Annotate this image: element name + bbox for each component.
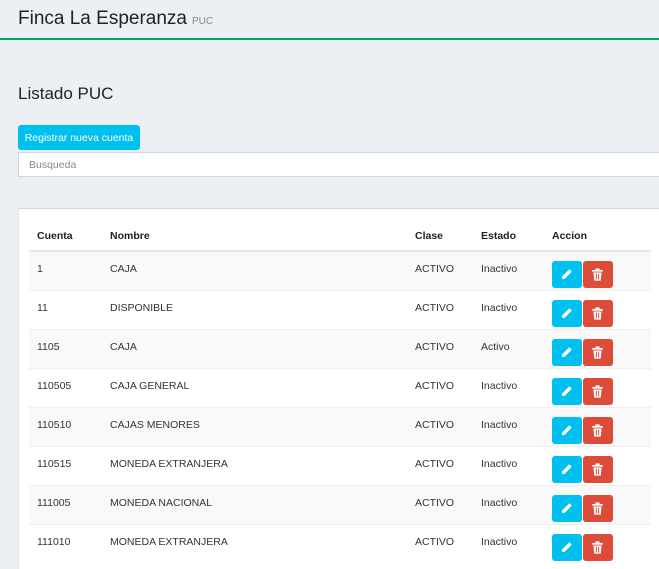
cell-cuenta: 11 xyxy=(29,289,102,329)
cell-estado: Inactivo xyxy=(473,523,544,563)
cell-estado: Inactivo xyxy=(473,367,544,407)
app-title-text: Finca La Esperanza xyxy=(18,8,187,29)
delete-button[interactable] xyxy=(583,338,613,366)
cell-estado: Inactivo xyxy=(473,445,544,485)
cell-accion xyxy=(544,250,651,290)
column-header-accion: Accion xyxy=(544,221,651,252)
column-header-clase: Clase xyxy=(407,221,473,252)
cell-cuenta: 1105 xyxy=(29,328,102,368)
cell-nombre: CAJAS MENORES xyxy=(102,406,407,446)
cell-accion xyxy=(544,484,651,524)
cell-cuenta: 111010 xyxy=(29,523,102,563)
cell-cuenta: 110505 xyxy=(29,367,102,407)
column-header-nombre: Nombre xyxy=(102,221,407,252)
edit-button[interactable] xyxy=(552,494,582,522)
column-header-estado: Estado xyxy=(473,221,544,252)
cell-accion xyxy=(544,523,651,563)
cell-estado: Inactivo xyxy=(473,484,544,524)
cell-cuenta: 1 xyxy=(29,250,102,290)
cell-estado: Inactivo xyxy=(473,289,544,329)
cell-cuenta: 110510 xyxy=(29,406,102,446)
cell-nombre: MONEDA EXTRANJERA xyxy=(102,523,407,563)
cell-clase: ACTIVO xyxy=(407,328,473,368)
edit-button[interactable] xyxy=(552,416,582,444)
table-row: 110510 CAJAS MENORES ACTIVO Inactivo xyxy=(29,406,651,446)
cell-estado: Inactivo xyxy=(473,250,544,290)
cell-nombre: MONEDA EXTRANJERA xyxy=(102,445,407,485)
cell-accion xyxy=(544,328,651,368)
cell-accion xyxy=(544,406,651,446)
cell-nombre: CAJA GENERAL xyxy=(102,367,407,407)
table-row: 1 CAJA ACTIVO Inactivo xyxy=(29,250,651,290)
page-title: Listado PUC xyxy=(18,84,114,103)
cell-estado: Inactivo xyxy=(473,406,544,446)
app-header: Finca La Esperanza PUC xyxy=(0,0,659,40)
table-row: 111005 MONEDA NACIONAL ACTIVO Inactivo xyxy=(29,484,651,524)
cell-nombre: DISPONIBLE xyxy=(102,289,407,329)
cell-accion xyxy=(544,445,651,485)
edit-button[interactable] xyxy=(552,533,582,561)
cell-nombre: CAJA xyxy=(102,250,407,290)
table-row: 111010 MONEDA EXTRANJERA ACTIVO Inactivo xyxy=(29,523,651,563)
table-row: 110515 MONEDA EXTRANJERA ACTIVO Inactivo xyxy=(29,445,651,485)
cell-clase: ACTIVO xyxy=(407,250,473,290)
table-header-row: Cuenta Nombre Clase Estado Accion xyxy=(29,221,651,252)
cell-cuenta: 110515 xyxy=(29,445,102,485)
column-header-cuenta: Cuenta xyxy=(29,221,102,252)
delete-button[interactable] xyxy=(583,299,613,327)
delete-button[interactable] xyxy=(583,261,613,288)
app-subtitle: PUC xyxy=(192,16,214,27)
cell-nombre: CAJA xyxy=(102,328,407,368)
cell-nombre: MONEDA NACIONAL xyxy=(102,484,407,524)
cell-estado: Activo xyxy=(473,328,544,368)
edit-button[interactable] xyxy=(552,377,582,405)
table-body: 1 CAJA ACTIVO Inactivo 11 DISPONIBLE ACTIVO Ina… xyxy=(29,250,651,563)
edit-button[interactable] xyxy=(552,338,582,366)
accounts-panel: Cuenta Nombre Clase Estado Accion 1 CAJA A… xyxy=(18,208,659,569)
cell-clase: ACTIVO xyxy=(407,406,473,446)
cell-clase: ACTIVO xyxy=(407,523,473,563)
delete-button[interactable] xyxy=(583,455,613,483)
delete-button[interactable] xyxy=(583,494,613,522)
table-row: 110505 CAJA GENERAL ACTIVO Inactivo xyxy=(29,367,651,407)
search-input[interactable] xyxy=(18,152,659,177)
table-row: 11 DISPONIBLE ACTIVO Inactivo xyxy=(29,289,651,329)
register-account-button[interactable]: Registrar nueva cuenta xyxy=(18,125,140,150)
delete-button[interactable] xyxy=(583,377,613,405)
table-row: 1105 CAJA ACTIVO Activo xyxy=(29,328,651,368)
delete-button[interactable] xyxy=(583,533,613,561)
cell-cuenta: 111005 xyxy=(29,484,102,524)
cell-clase: ACTIVO xyxy=(407,289,473,329)
cell-accion xyxy=(544,367,651,407)
cell-clase: ACTIVO xyxy=(407,484,473,524)
cell-accion xyxy=(544,289,651,329)
edit-button[interactable] xyxy=(552,299,582,327)
edit-button[interactable] xyxy=(552,455,582,483)
app-title: Finca La Esperanza PUC xyxy=(18,8,213,30)
cell-clase: ACTIVO xyxy=(407,445,473,485)
edit-button[interactable] xyxy=(552,261,582,288)
cell-clase: ACTIVO xyxy=(407,367,473,407)
delete-button[interactable] xyxy=(583,416,613,444)
accounts-table: Cuenta Nombre Clase Estado Accion 1 CAJA A… xyxy=(29,221,651,563)
